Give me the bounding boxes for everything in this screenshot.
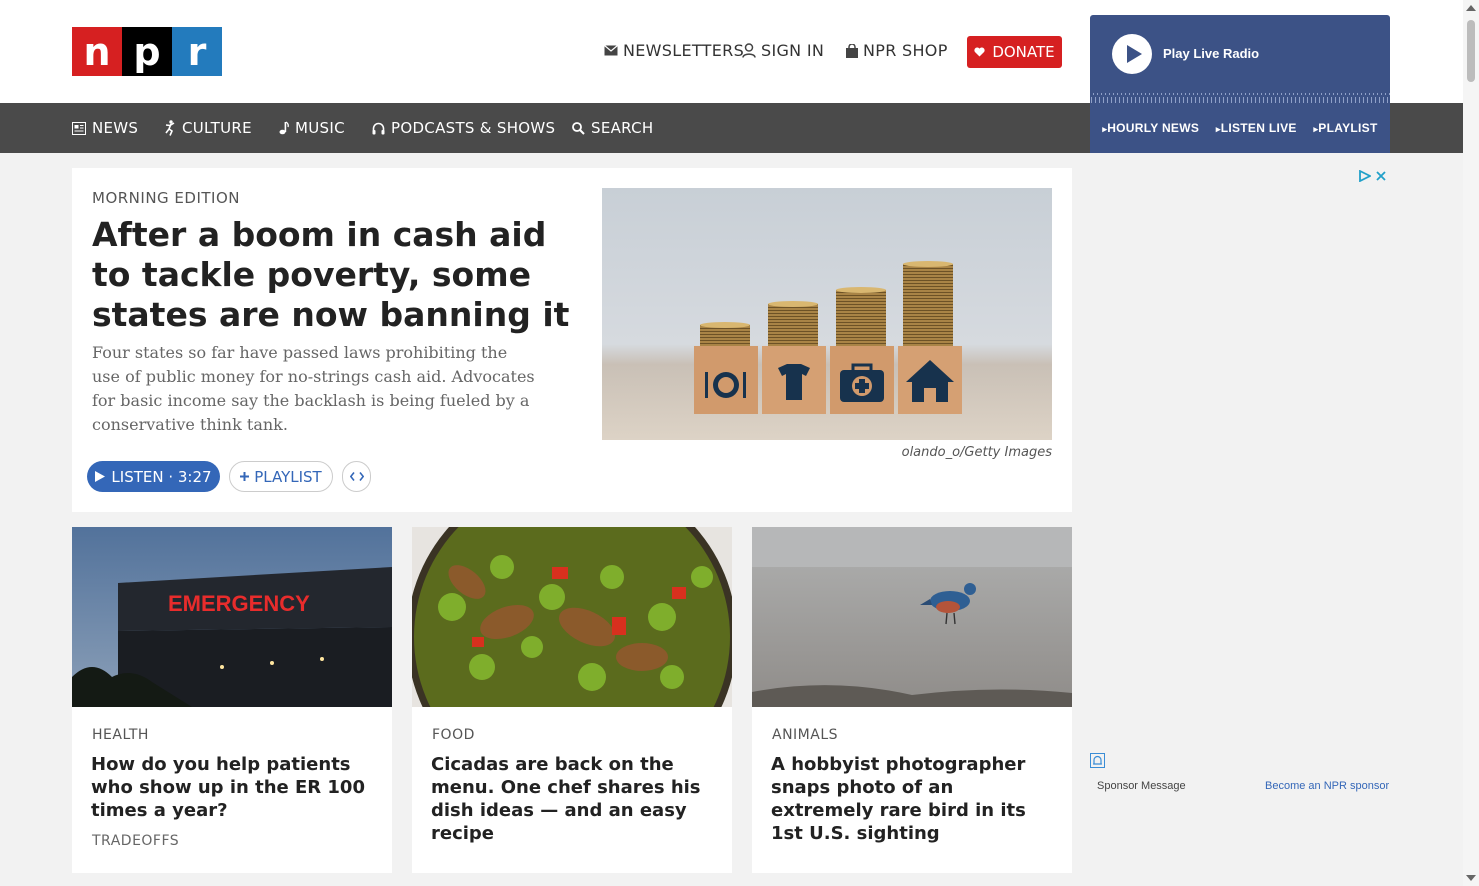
dancer-icon bbox=[165, 120, 175, 136]
shopping-bag-icon bbox=[846, 43, 858, 58]
story-headline[interactable]: How do you help patients who show up in … bbox=[91, 753, 376, 822]
code-icon bbox=[349, 472, 364, 481]
npr-shop-label: NPR SHOP bbox=[863, 41, 948, 60]
story-slug[interactable]: ANIMALS bbox=[772, 727, 838, 743]
story-card-food[interactable]: FOOD Cicadas are back on the menu. One c… bbox=[412, 527, 732, 873]
emergency-sign: EMERGENCY bbox=[168, 591, 310, 616]
image-credit: olando_o/Getty Images bbox=[901, 445, 1052, 460]
nav-podcasts-label: PODCASTS & SHOWS bbox=[391, 119, 556, 137]
story-image[interactable] bbox=[412, 527, 732, 707]
logo-letter-p: p bbox=[122, 27, 172, 76]
plus-icon bbox=[240, 472, 250, 481]
cicada-dish-image bbox=[412, 527, 732, 707]
newsletters-link[interactable]: NEWSLETTERS bbox=[604, 41, 744, 60]
scroll-thumb[interactable] bbox=[1467, 20, 1475, 82]
hourly-news-link[interactable]: HOURLY NEWS bbox=[1102, 121, 1199, 135]
scroll-up-arrow[interactable] bbox=[1466, 5, 1476, 11]
listen-button[interactable]: LISTEN · 3:27 bbox=[87, 461, 220, 492]
radio-links: HOURLY NEWS LISTEN LIVE PLAYLIST bbox=[1090, 103, 1390, 153]
coin-stacks-image bbox=[602, 188, 1052, 440]
story-image[interactable]: EMERGENCY bbox=[72, 527, 392, 707]
featured-image[interactable] bbox=[602, 188, 1052, 440]
close-icon bbox=[1376, 171, 1386, 181]
adchoices-icon bbox=[1359, 170, 1371, 182]
sponsor-bell-icon bbox=[1090, 753, 1105, 768]
sign-in-label: SIGN IN bbox=[761, 41, 825, 60]
heart-icon bbox=[974, 47, 985, 57]
nav-news[interactable]: NEWS bbox=[72, 119, 138, 137]
playlist-label: PLAYLIST bbox=[254, 467, 322, 486]
story-headline[interactable]: Cicadas are back on the menu. One chef s… bbox=[431, 753, 716, 845]
listen-live-link[interactable]: LISTEN LIVE bbox=[1216, 121, 1297, 135]
newsletters-label: NEWSLETTERS bbox=[623, 41, 745, 60]
newspaper-icon bbox=[72, 121, 86, 135]
nav-music-label: MUSIC bbox=[295, 119, 345, 137]
scroll-down-arrow[interactable] bbox=[1466, 875, 1476, 881]
logo-letter-n: n bbox=[72, 27, 122, 76]
embed-button[interactable] bbox=[342, 461, 371, 492]
become-sponsor-link[interactable]: Become an NPR sponsor bbox=[1265, 780, 1389, 792]
story-image[interactable] bbox=[752, 527, 1072, 707]
user-icon bbox=[742, 43, 756, 58]
story-headline[interactable]: A hobbyist photographer snaps photo of a… bbox=[771, 753, 1056, 845]
featured-slug[interactable]: MORNING EDITION bbox=[92, 189, 240, 207]
emergency-room-image: EMERGENCY bbox=[72, 527, 392, 707]
donate-button[interactable]: DONATE bbox=[967, 36, 1062, 68]
featured-headline[interactable]: After a boom in cash aid to tackle pover… bbox=[92, 215, 572, 335]
headphones-icon bbox=[372, 122, 385, 134]
adchoices[interactable] bbox=[1359, 170, 1386, 182]
featured-teaser: Four states so far have passed laws proh… bbox=[92, 343, 535, 434]
npr-logo[interactable]: n p r bbox=[72, 27, 222, 76]
search-icon bbox=[572, 121, 585, 135]
nav-podcasts-shows[interactable]: PODCASTS & SHOWS bbox=[372, 119, 555, 137]
nav-culture-label: CULTURE bbox=[182, 119, 252, 137]
sponsor-message: Sponsor Message bbox=[1097, 780, 1186, 792]
music-note-icon bbox=[279, 121, 289, 135]
nav-search-label: SEARCH bbox=[591, 119, 654, 137]
story-slug[interactable]: HEALTH bbox=[92, 727, 149, 743]
sign-in-link[interactable]: SIGN IN bbox=[742, 41, 824, 60]
story-slug[interactable]: FOOD bbox=[432, 727, 475, 743]
nav-search[interactable]: SEARCH bbox=[572, 119, 654, 137]
audio-waveform bbox=[1090, 87, 1390, 103]
play-icon bbox=[95, 471, 106, 482]
add-to-playlist-button[interactable]: PLAYLIST bbox=[229, 461, 333, 492]
listen-label: LISTEN · 3:27 bbox=[111, 467, 212, 486]
playlist-link[interactable]: PLAYLIST bbox=[1313, 121, 1377, 135]
npr-shop-link[interactable]: NPR SHOP bbox=[846, 41, 948, 60]
live-radio-panel: Play Live Radio HOURLY NEWS LISTEN LIVE … bbox=[1090, 15, 1390, 153]
nav-music[interactable]: MUSIC bbox=[279, 119, 345, 137]
donate-label: DONATE bbox=[992, 43, 1055, 61]
nav-culture[interactable]: CULTURE bbox=[164, 119, 252, 137]
story-card-animals[interactable]: ANIMALS A hobbyist photographer snaps ph… bbox=[752, 527, 1072, 873]
story-card-health[interactable]: EMERGENCY HEALTH How do you help patient… bbox=[72, 527, 392, 873]
featured-story: MORNING EDITION After a boom in cash aid… bbox=[72, 168, 1072, 512]
play-live-radio-label: Play Live Radio bbox=[1163, 46, 1260, 61]
story-show[interactable]: TRADEOFFS bbox=[92, 833, 179, 849]
play-live-radio-button[interactable] bbox=[1112, 34, 1152, 74]
logo-letter-r: r bbox=[172, 27, 222, 76]
nav-news-label: NEWS bbox=[92, 119, 139, 137]
scrollbar[interactable] bbox=[1463, 0, 1479, 886]
envelope-icon bbox=[604, 45, 618, 56]
rare-bird-beach-image bbox=[752, 527, 1072, 707]
